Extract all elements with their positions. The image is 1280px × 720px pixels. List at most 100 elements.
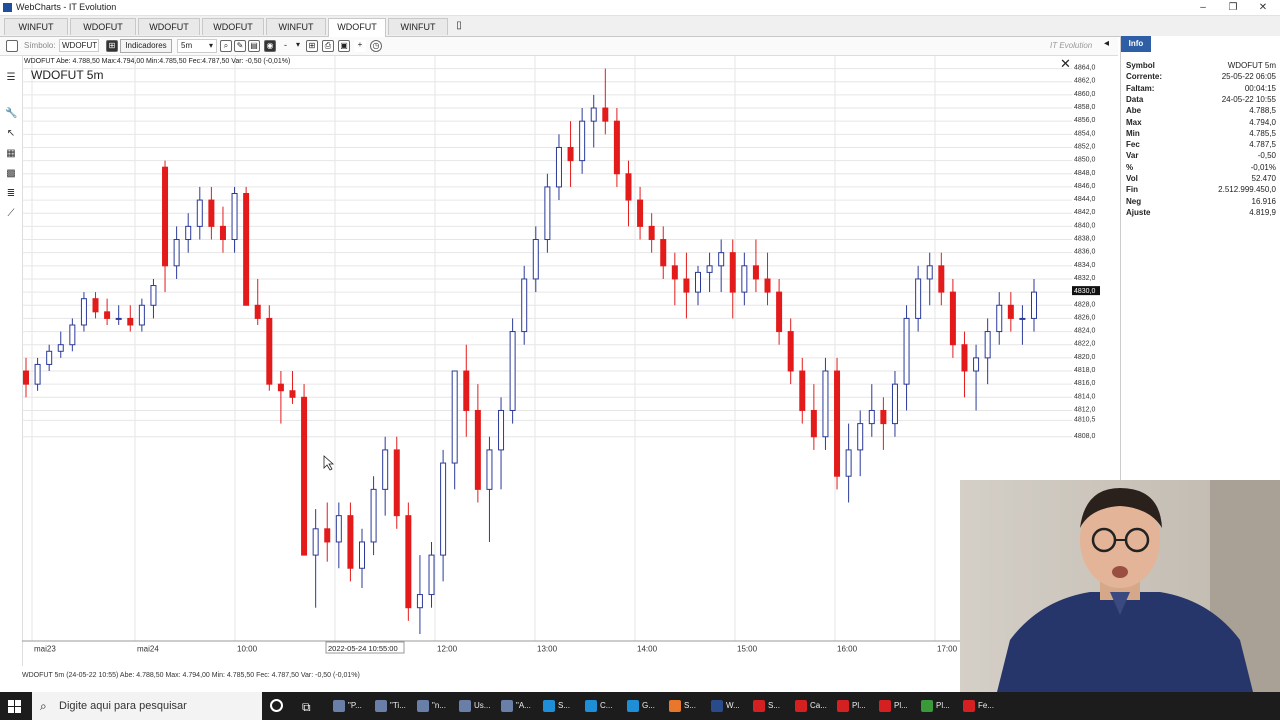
info-tab[interactable]: Info xyxy=(1121,36,1151,52)
app-label: Pl... xyxy=(894,701,908,710)
app-label: "A... xyxy=(516,701,531,710)
taskbar-app-13[interactable]: Pl... xyxy=(879,696,908,716)
fibonacci-icon[interactable]: ▦ xyxy=(5,148,17,160)
clock-icon[interactable]: ◷ xyxy=(370,40,382,52)
taskbar-app-3[interactable]: Us... xyxy=(459,696,490,716)
taskbar-search[interactable]: ⌕ Digite aqui para pesquisar xyxy=(32,692,262,720)
pointer-icon[interactable]: ↖ xyxy=(5,128,17,140)
text-tool-icon[interactable]: ≣ xyxy=(5,188,17,200)
maximize-button[interactable]: ❐ xyxy=(1218,0,1248,15)
tab-wdofut-1m-a[interactable]: WDOFUT 1m xyxy=(138,18,200,49)
tab-wdofut-15m[interactable]: WDOFUT 15m xyxy=(70,18,136,49)
y-tick-label: 4854,0 xyxy=(1074,130,1096,137)
candle-body xyxy=(741,265,748,293)
candle-body xyxy=(938,265,945,293)
info-value: 4.819,9 xyxy=(1249,207,1276,217)
save-icon[interactable]: ▣ xyxy=(338,40,350,52)
webcam-overlay xyxy=(960,480,1280,720)
candle-body xyxy=(23,370,29,385)
app-icon xyxy=(711,699,723,712)
y-tick-label: 4842,0 xyxy=(1074,209,1096,216)
candle-body xyxy=(463,370,470,411)
tab-winfut-15m[interactable]: WINFUT 15m xyxy=(4,18,68,49)
y-tick-label: 4846,0 xyxy=(1074,183,1096,190)
menu-icon[interactable]: ☰ xyxy=(5,72,17,84)
trendline-icon[interactable]: ⟋ xyxy=(5,208,17,220)
new-tab-icon[interactable]: ▯ xyxy=(452,19,466,33)
candle-body xyxy=(926,265,933,280)
zoom-area-icon[interactable]: ⌕ xyxy=(220,40,232,52)
binoculars-icon[interactable]: ⊞ xyxy=(106,40,118,52)
info-row-13: Ajuste 4.819,9 xyxy=(1126,208,1276,219)
zoom-level[interactable]: - xyxy=(284,40,287,50)
x-tick-label: 16:00 xyxy=(837,645,858,654)
draw-tool-icon[interactable]: ✎ xyxy=(234,40,246,52)
chart-type-icon[interactable]: ▤ xyxy=(248,40,260,52)
app-label: W... xyxy=(726,701,740,710)
close-chart-icon[interactable]: ✕ xyxy=(1060,56,1071,72)
camera-icon[interactable]: ◉ xyxy=(264,40,276,52)
minimize-button[interactable]: – xyxy=(1188,0,1218,15)
y-tick-label: 4856,0 xyxy=(1074,117,1096,124)
taskbar-app-10[interactable]: S... xyxy=(753,696,780,716)
chart-svg[interactable]: mai23mai2410:0011:0012:0013:0014:0015:00… xyxy=(22,56,1072,664)
taskbar-app-6[interactable]: C... xyxy=(585,696,612,716)
candle-body xyxy=(752,265,759,280)
taskbar-app-5[interactable]: S... xyxy=(543,696,570,716)
x-tick-label: 14:00 xyxy=(637,645,658,654)
candle-body xyxy=(474,409,481,490)
candle-body xyxy=(706,265,713,273)
taskbar-app-15[interactable]: Fe... xyxy=(963,696,994,716)
candle-body xyxy=(880,409,887,425)
candlestick-chart[interactable]: mai23mai2410:0011:0012:0013:0014:0015:00… xyxy=(22,56,1072,664)
candle-body xyxy=(34,363,41,385)
timeframe-select[interactable]: 5m ▾ xyxy=(177,39,217,53)
taskbar-app-14[interactable]: Pl... xyxy=(921,696,950,716)
window-toggle-icon[interactable] xyxy=(6,40,18,52)
candle-body xyxy=(1007,304,1014,319)
info-value: 2.512.999.450,0 xyxy=(1218,185,1276,195)
channel-icon[interactable]: ▩ xyxy=(5,168,17,180)
layout-icon[interactable]: ⊞ xyxy=(306,40,318,52)
close-window-button[interactable]: ✕ xyxy=(1248,0,1278,15)
taskbar-app-11[interactable]: Ca... xyxy=(795,696,827,716)
price-axis[interactable]: 4864,0 4862,0 4860,0 4858,0 4856,0 4854,0 4852… xyxy=(1072,56,1118,480)
taskbar-app-12[interactable]: Pl... xyxy=(837,696,866,716)
print-icon[interactable]: ⎙ xyxy=(322,40,334,52)
candle-body xyxy=(602,107,609,122)
candle-body xyxy=(324,528,331,543)
windows-taskbar: ⌕ Digite aqui para pesquisar ⧉ "P... "Ti.… xyxy=(0,692,1280,720)
app-label: "n... xyxy=(432,701,446,710)
task-view-icon[interactable]: ⧉ xyxy=(302,700,311,715)
title-bar: WebCharts - IT Evolution – ❐ ✕ xyxy=(0,0,1280,16)
candle-body xyxy=(162,166,169,267)
zoom-dropdown-icon[interactable]: ▾ xyxy=(296,40,300,49)
taskbar-app-8[interactable]: S... xyxy=(669,696,696,716)
tab-winfut-5m[interactable]: WINFUT 5m xyxy=(388,18,448,49)
symbol-input[interactable]: WDOFUT xyxy=(59,39,99,52)
x-tick-label: 17:00 xyxy=(937,645,958,654)
tab-wdofut-5m[interactable]: WDOFUT 5m xyxy=(328,18,386,49)
indicators-button[interactable]: Indicadores xyxy=(120,39,172,53)
candle-body xyxy=(289,390,296,398)
app-label: S... xyxy=(558,701,571,710)
candle-body xyxy=(532,239,539,280)
candle-body xyxy=(984,331,991,359)
taskbar-app-7[interactable]: G... xyxy=(627,696,655,716)
taskbar-app-2[interactable]: "n... xyxy=(417,696,446,716)
cortana-icon[interactable] xyxy=(270,699,283,712)
taskbar-app-9[interactable]: W... xyxy=(711,696,740,716)
y-tick-label: 4810,5 xyxy=(1074,416,1096,423)
crosshair-icon[interactable]: + xyxy=(354,40,366,52)
tab-wdofut-1m-b[interactable]: WDOFUT 1m xyxy=(202,18,264,49)
windows-start-icon[interactable] xyxy=(8,700,21,713)
taskbar-app-4[interactable]: "A... xyxy=(501,696,531,716)
wrench-icon[interactable]: 🔧 xyxy=(5,108,17,120)
search-icon: ⌕ xyxy=(40,699,47,713)
info-row-4: Abe 4.788,5 xyxy=(1126,106,1276,117)
x-tick-label: mai24 xyxy=(137,645,159,654)
tab-winfut-1m[interactable]: WINFUT 1m xyxy=(266,18,326,49)
taskbar-app-0[interactable]: "P... xyxy=(333,696,362,716)
taskbar-app-1[interactable]: "Ti... xyxy=(375,696,406,716)
collapse-panel-icon[interactable]: ◂ xyxy=(1104,38,1109,49)
